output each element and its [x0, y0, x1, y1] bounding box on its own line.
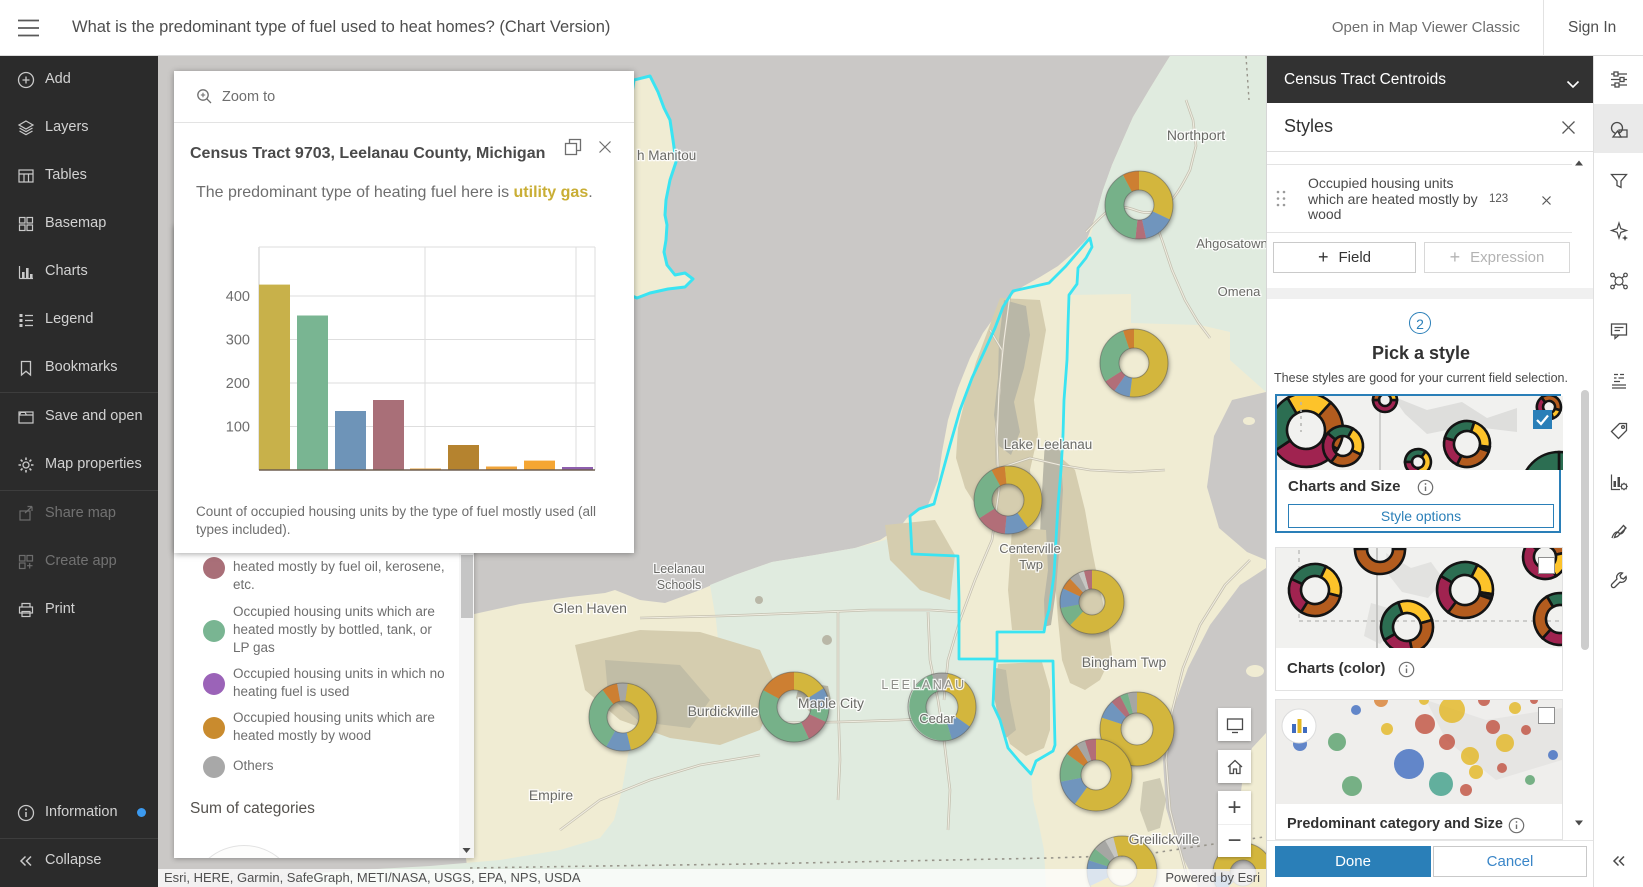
svg-text:Omena: Omena [1218, 284, 1261, 299]
svg-text:Centerville: Centerville [999, 541, 1060, 556]
svg-text:Glen Haven: Glen Haven [553, 600, 627, 616]
svg-text:200: 200 [226, 376, 250, 392]
svg-text:Twp: Twp [1019, 557, 1043, 572]
svg-text:300: 300 [226, 333, 250, 349]
svg-text:Greilickville: Greilickville [1129, 831, 1200, 847]
svg-text:Cedar: Cedar [919, 711, 955, 726]
svg-text:Maple City: Maple City [798, 695, 864, 711]
svg-text:Lake Leelanau: Lake Leelanau [1004, 437, 1093, 452]
svg-text:Bingham Twp: Bingham Twp [1082, 654, 1167, 670]
svg-text:LEELANAU: LEELANAU [881, 678, 966, 692]
svg-text:Leelanau: Leelanau [653, 562, 704, 576]
svg-text:Northport: Northport [1167, 127, 1225, 143]
svg-text:Ahgosatown: Ahgosatown [1196, 236, 1266, 251]
svg-text:100: 100 [226, 420, 250, 436]
svg-text:400: 400 [226, 289, 250, 305]
svg-text:h Manitou: h Manitou [637, 148, 696, 163]
svg-text:Empire: Empire [529, 787, 574, 803]
svg-text:Schools: Schools [657, 578, 701, 592]
svg-text:Burdickville: Burdickville [688, 703, 759, 719]
